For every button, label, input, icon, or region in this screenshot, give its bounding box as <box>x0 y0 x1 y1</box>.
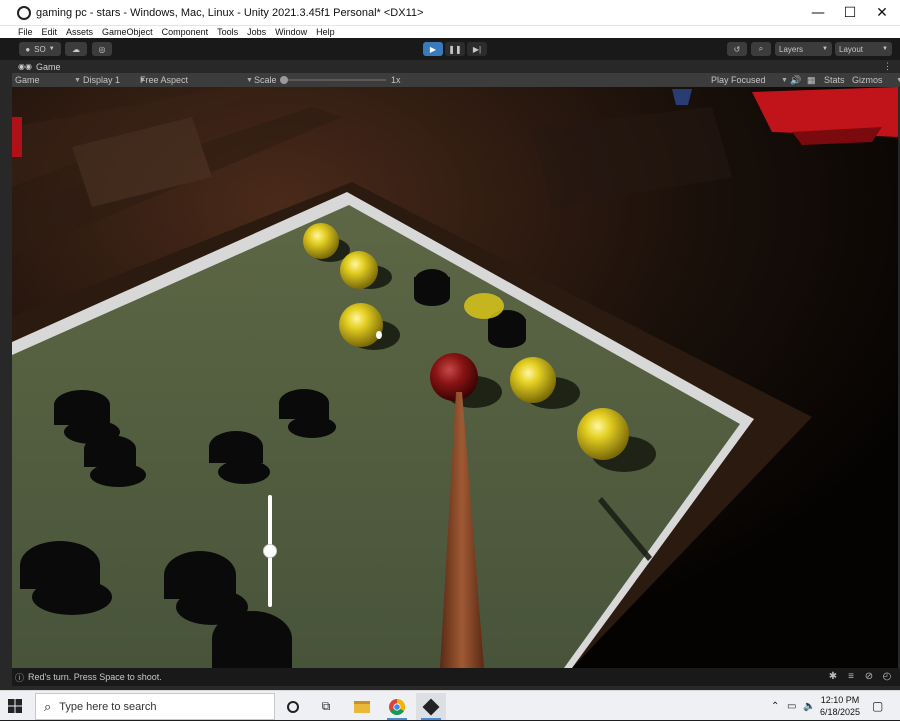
shortcuts-icon[interactable]: ▦ <box>807 73 816 87</box>
step-icon: ▶| <box>472 44 482 54</box>
gizmos-dropdown[interactable]: Gizmos ▼ <box>852 73 900 87</box>
cloud-button[interactable]: ☁ <box>65 42 87 56</box>
notifications-icon[interactable]: ▢ <box>872 691 883 721</box>
window-title: gaming pc - stars - Windows, Mac, Linux … <box>36 6 424 19</box>
layers-dropdown[interactable]: Layers ▼ <box>775 42 832 56</box>
menu-tools[interactable]: Tools <box>217 26 238 38</box>
view-select[interactable]: Game ▼ <box>15 73 81 87</box>
play-mode-label: Play Focused <box>711 75 766 85</box>
power-slider-thumb[interactable] <box>263 544 277 558</box>
chevron-down-icon: ▼ <box>48 46 55 52</box>
menu-component[interactable]: Component <box>162 26 209 38</box>
account-label: SO <box>34 44 46 54</box>
history-button[interactable]: ↺ <box>727 42 747 56</box>
history-icon: ↺ <box>733 44 741 54</box>
collab-icon: ◎ <box>98 44 106 54</box>
display-select-label: Display 1 <box>83 75 121 85</box>
unity-editor-window: gaming pc - stars - Windows, Mac, Linux … <box>0 0 900 690</box>
taskbar-search-box[interactable]: ⌕ Type here to search <box>35 693 275 720</box>
pause-icon: ❚❚ <box>448 44 462 54</box>
system-clock[interactable]: 12:10 PM 6/18/2025 <box>814 694 866 718</box>
collab-button[interactable]: ◎ <box>92 42 112 56</box>
main-toolbar: ● SO ▼ ☁ ◎ ▶ ❚❚ ▶| ↺ ⌕ Layers ▼ Layout ▼ <box>0 38 900 60</box>
unity-app-icon <box>17 5 31 20</box>
windows-taskbar: ⌕ Type here to search ⧉ ⌃ ▭ 🔈 12:10 PM 6… <box>0 690 900 720</box>
bug-icon[interactable]: ✱ <box>827 671 839 683</box>
chrome-icon[interactable] <box>382 693 412 720</box>
chevron-down-icon: ▼ <box>896 76 900 84</box>
chevron-down-icon: ▼ <box>882 46 888 52</box>
info-icon: ⓘ <box>15 672 25 683</box>
stack-icon[interactable]: ≡ <box>845 671 857 683</box>
play-mode-select[interactable]: Play Focused ▼ <box>711 73 788 87</box>
account-button[interactable]: ● SO ▼ <box>19 42 61 56</box>
account-icon: ● <box>25 44 31 54</box>
game-view-icon: ◉◉ <box>18 62 32 71</box>
status-bar: ⓘ Red's turn. Press Space to shoot. ✱ ≡ … <box>12 668 900 686</box>
cloud-icon: ☁ <box>72 44 80 54</box>
clock-time: 12:10 PM <box>820 695 860 705</box>
menu-gameobject[interactable]: GameObject <box>102 26 153 38</box>
layers-label: Layers <box>779 44 804 54</box>
scale-slider-track <box>280 79 386 81</box>
step-button[interactable]: ▶| <box>467 42 487 56</box>
network-icon[interactable]: ▭ <box>787 691 796 721</box>
menu-file[interactable]: File <box>18 26 33 38</box>
menu-edit[interactable]: Edit <box>42 26 58 38</box>
search-placeholder: Type here to search <box>59 700 157 713</box>
mute-audio-icon[interactable]: 🔊 <box>790 73 801 87</box>
layout-label: Layout <box>839 44 864 54</box>
task-view-icon[interactable]: ⧉ <box>311 693 341 720</box>
play-button[interactable]: ▶ <box>423 42 443 56</box>
pool-game-scene <box>12 87 898 668</box>
gizmos-label: Gizmos <box>852 75 883 85</box>
scale-slider[interactable] <box>280 73 388 87</box>
cache-icon[interactable]: ⊘ <box>863 671 875 683</box>
view-select-label: Game <box>15 75 40 85</box>
file-explorer-icon[interactable] <box>347 693 377 720</box>
menu-bar: File Edit Assets GameObject Component To… <box>0 26 900 38</box>
chevron-down-icon: ▼ <box>781 76 788 84</box>
game-view-toolbar: Game ▼ Display 1 ▼ Free Aspect ▼ Scale 1… <box>12 73 900 87</box>
search-icon: ⌕ <box>758 44 764 53</box>
show-hidden-icons[interactable]: ⌃ <box>771 691 779 721</box>
chevron-down-icon: ▼ <box>822 46 828 52</box>
chevron-down-icon: ▼ <box>74 76 81 84</box>
stats-button[interactable]: Stats <box>824 73 845 87</box>
unity-icon[interactable] <box>416 693 446 720</box>
game-tab-header: ◉◉ Game ⋮ <box>12 60 900 73</box>
progress-check-icon[interactable]: ◴ <box>881 671 893 683</box>
clock-date: 6/18/2025 <box>819 707 861 717</box>
pause-button[interactable]: ❚❚ <box>445 42 465 56</box>
more-options-icon[interactable]: ⋮ <box>883 61 892 72</box>
game-viewport[interactable] <box>12 87 898 668</box>
tab-game[interactable]: Game <box>36 62 61 72</box>
shot-power-slider[interactable] <box>263 495 277 607</box>
aspect-select[interactable]: Free Aspect ▼ <box>140 73 253 87</box>
scale-value: 1x <box>391 75 401 85</box>
search-button[interactable]: ⌕ <box>751 42 771 56</box>
cortana-icon[interactable] <box>278 693 308 720</box>
chevron-down-icon: ▼ <box>246 76 253 84</box>
scale-slider-thumb[interactable] <box>280 76 288 84</box>
menu-window[interactable]: Window <box>275 26 307 38</box>
windows-start-icon[interactable] <box>8 699 22 713</box>
aspect-select-label: Free Aspect <box>140 75 189 85</box>
title-bar: gaming pc - stars - Windows, Mac, Linux … <box>0 0 900 26</box>
menu-help[interactable]: Help <box>316 26 335 38</box>
play-icon: ▶ <box>429 44 437 54</box>
status-message[interactable]: Red's turn. Press Space to shoot. <box>28 672 162 682</box>
maximize-button[interactable]: ☐ <box>834 0 866 26</box>
scale-label: Scale <box>254 75 277 85</box>
menu-jobs[interactable]: Jobs <box>247 26 266 38</box>
search-icon: ⌕ <box>44 698 52 714</box>
close-button[interactable]: ✕ <box>866 0 898 26</box>
menu-assets[interactable]: Assets <box>66 26 93 38</box>
layout-dropdown[interactable]: Layout ▼ <box>835 42 892 56</box>
display-select[interactable]: Display 1 ▼ <box>83 73 146 87</box>
minimize-button[interactable]: — <box>802 0 834 26</box>
